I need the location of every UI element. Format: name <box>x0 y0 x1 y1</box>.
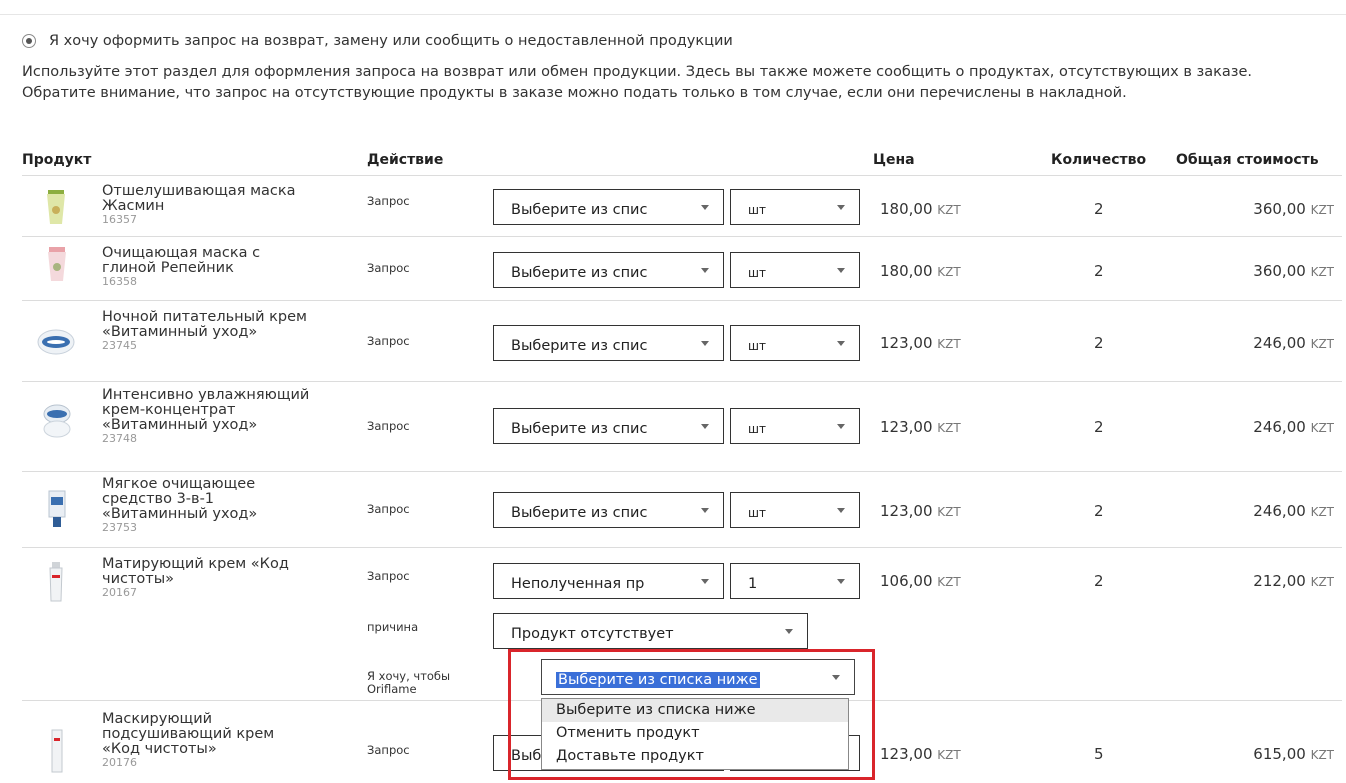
quantity-value: 2 <box>1094 200 1104 218</box>
dropdown-option-deliver[interactable]: Доставьте продукт <box>542 745 848 768</box>
row-divider <box>22 175 1342 176</box>
action-label: Запрос <box>367 743 410 757</box>
price-value: 123,00 KZT <box>880 502 961 520</box>
quantity-value: 2 <box>1094 502 1104 520</box>
unit-select[interactable]: шт <box>730 408 860 444</box>
chevron-down-icon <box>701 268 709 273</box>
product-thumbnail <box>37 329 75 355</box>
section-description: Используйте этот раздел для оформления з… <box>22 64 1252 101</box>
row-divider <box>22 236 1342 237</box>
product-name: Маскирующий подсушивающий крем «Код чист… <box>102 712 312 769</box>
quantity-value: 2 <box>1094 572 1104 590</box>
total-value: 212,00 KZT <box>1253 572 1334 590</box>
col-header-product: Продукт <box>22 152 92 168</box>
dropdown-list: Выберите из списка ниже Отменить продукт… <box>541 698 849 770</box>
product-name: Мягкое очищающее средство 3-в-1 «Витамин… <box>102 477 312 534</box>
quantity-value: 5 <box>1094 745 1104 763</box>
product-name: Интенсивно увлажняющий крем-концентрат «… <box>102 388 312 445</box>
radio-label: Я хочу оформить запрос на возврат, замен… <box>49 33 733 49</box>
price-value: 123,00 KZT <box>880 418 961 436</box>
chevron-down-icon <box>701 424 709 429</box>
action-select[interactable]: Выберите из спис <box>493 408 724 444</box>
top-divider <box>0 14 1346 15</box>
unit-select[interactable]: шт <box>730 189 860 225</box>
action-label: Запрос <box>367 502 410 516</box>
product-code: 23748 <box>102 432 137 445</box>
unit-select[interactable]: шт <box>730 325 860 361</box>
want-label: Я хочу, чтобы Oriflame <box>367 669 451 696</box>
action-select[interactable]: Выберите из спис <box>493 492 724 528</box>
chevron-down-icon <box>832 675 840 680</box>
product-thumbnail <box>51 729 63 773</box>
product-name: Матирующий крем «Код чистоты» 20167 <box>102 557 312 599</box>
price-value: 123,00 KZT <box>880 745 961 763</box>
product-name: Очищающая маска с глиной Репейник 16358 <box>102 246 312 288</box>
col-header-qty: Количество <box>1051 152 1147 168</box>
quantity-select[interactable]: 1 <box>730 563 860 599</box>
action-label: Запрос <box>367 261 410 275</box>
row-divider <box>22 300 1342 301</box>
radio-button[interactable] <box>22 34 36 48</box>
product-thumbnail <box>47 190 65 224</box>
price-value: 106,00 KZT <box>880 572 961 590</box>
action-select[interactable]: Выберите из спис <box>493 189 724 225</box>
product-code: 23753 <box>102 521 137 534</box>
row-divider <box>22 381 1342 382</box>
total-value: 615,00 KZT <box>1253 745 1334 763</box>
action-label: Запрос <box>367 194 410 208</box>
product-code: 16358 <box>102 275 137 288</box>
action-select[interactable]: Выберите из спис <box>493 325 724 361</box>
row-divider <box>22 471 1342 472</box>
unit-select[interactable]: шт <box>730 492 860 528</box>
quantity-value: 2 <box>1094 334 1104 352</box>
action-label: Запрос <box>367 419 410 433</box>
product-name: Ночной питательный крем «Витаминный уход… <box>102 310 312 352</box>
chevron-down-icon <box>701 341 709 346</box>
product-code: 23745 <box>102 339 137 352</box>
chevron-down-icon <box>837 424 845 429</box>
product-name: Отшелушивающая маска Жасмин 16357 <box>102 184 312 226</box>
product-thumbnail <box>43 404 71 438</box>
price-value: 180,00 KZT <box>880 200 961 218</box>
product-code: 20167 <box>102 586 137 599</box>
request-option[interactable]: Я хочу оформить запрос на возврат, замен… <box>22 33 733 49</box>
chevron-down-icon <box>837 508 845 513</box>
product-thumbnail <box>48 247 66 281</box>
total-value: 246,00 KZT <box>1253 418 1334 436</box>
row-divider <box>22 547 1342 548</box>
col-header-price: Цена <box>873 152 915 168</box>
chevron-down-icon <box>837 268 845 273</box>
dropdown-option-cancel[interactable]: Отменить продукт <box>542 722 848 745</box>
oriflame-action-select[interactable]: Выберите из списка ниже <box>541 659 855 695</box>
col-header-action: Действие <box>367 152 444 168</box>
product-thumbnail <box>48 490 66 527</box>
action-label: Запрос <box>367 569 410 583</box>
reason-select[interactable]: Продукт отсутствует <box>493 613 808 649</box>
action-select[interactable]: Выберите из спис <box>493 252 724 288</box>
chevron-down-icon <box>785 629 793 634</box>
total-value: 246,00 KZT <box>1253 334 1334 352</box>
chevron-down-icon <box>701 579 709 584</box>
total-value: 360,00 KZT <box>1253 200 1334 218</box>
action-label: Запрос <box>367 334 410 348</box>
price-value: 180,00 KZT <box>880 262 961 280</box>
total-value: 246,00 KZT <box>1253 502 1334 520</box>
product-code: 20176 <box>102 756 137 769</box>
col-header-total: Общая стоимость <box>1176 152 1319 168</box>
price-value: 123,00 KZT <box>880 334 961 352</box>
product-code: 16357 <box>102 213 137 226</box>
unit-select[interactable]: шт <box>730 252 860 288</box>
quantity-value: 2 <box>1094 418 1104 436</box>
chevron-down-icon <box>701 508 709 513</box>
reason-label: причина <box>367 620 419 634</box>
quantity-value: 2 <box>1094 262 1104 280</box>
chevron-down-icon <box>837 205 845 210</box>
chevron-down-icon <box>837 579 845 584</box>
chevron-down-icon <box>837 341 845 346</box>
product-thumbnail <box>49 562 63 602</box>
action-select[interactable]: Неполученная пр <box>493 563 724 599</box>
chevron-down-icon <box>701 205 709 210</box>
total-value: 360,00 KZT <box>1253 262 1334 280</box>
dropdown-option[interactable]: Выберите из списка ниже <box>542 699 848 722</box>
